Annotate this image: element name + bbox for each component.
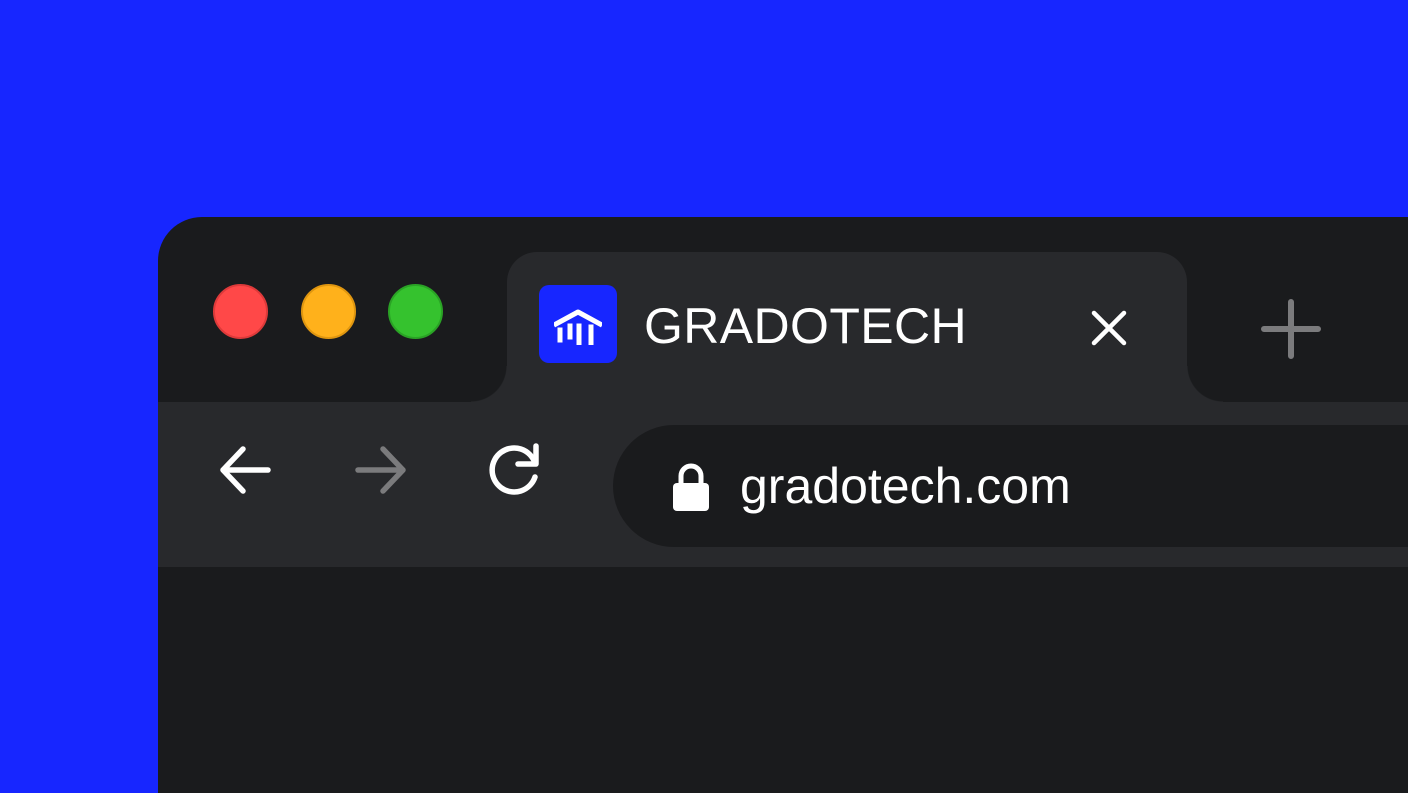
arrow-left-icon (220, 446, 271, 494)
new-tab-button[interactable] (1256, 294, 1326, 364)
browser-toolbar: gradotech.com (158, 402, 1408, 567)
reload-icon (489, 443, 539, 495)
plus-icon (1261, 299, 1321, 359)
tab-close-button[interactable] (1081, 300, 1137, 356)
arrow-right-icon (355, 446, 406, 494)
page-content-area (158, 567, 1408, 793)
back-button[interactable] (205, 435, 285, 505)
window-maximize-button[interactable] (388, 284, 443, 339)
window-close-button[interactable] (213, 284, 268, 339)
active-tab[interactable]: GRADOTECH (471, 252, 1223, 402)
close-icon (1091, 310, 1127, 346)
gradotech-logo-icon (539, 285, 617, 363)
reload-button[interactable] (476, 435, 556, 505)
forward-button[interactable] (341, 435, 421, 505)
tab-title: GRADOTECH (644, 298, 968, 354)
address-bar[interactable]: gradotech.com (613, 425, 1408, 547)
browser-window: GRADOTECH gradotech.com (158, 217, 1408, 793)
window-minimize-button[interactable] (301, 284, 356, 339)
lock-icon (667, 459, 715, 515)
url-text[interactable]: gradotech.com (740, 451, 1071, 521)
